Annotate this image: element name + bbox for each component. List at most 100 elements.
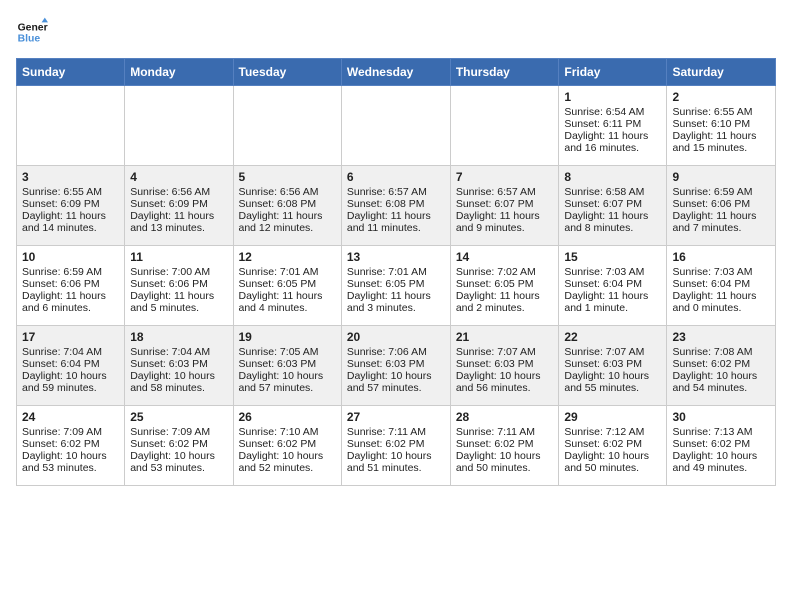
day-info: Sunrise: 6:57 AM: [347, 186, 445, 198]
day-info: Sunrise: 7:01 AM: [347, 266, 445, 278]
day-info: Sunset: 6:06 PM: [22, 278, 119, 290]
day-number: 15: [564, 250, 661, 264]
day-info: Daylight: 10 hours and 59 minutes.: [22, 370, 119, 394]
day-info: Sunrise: 7:03 AM: [564, 266, 661, 278]
day-info: Sunrise: 7:08 AM: [672, 346, 770, 358]
day-number: 23: [672, 330, 770, 344]
day-info: Sunrise: 7:13 AM: [672, 426, 770, 438]
day-info: Sunset: 6:10 PM: [672, 118, 770, 130]
day-info: Sunset: 6:03 PM: [347, 358, 445, 370]
calendar-week-row: 24Sunrise: 7:09 AMSunset: 6:02 PMDayligh…: [17, 406, 776, 486]
calendar-cell: [125, 86, 233, 166]
logo: General Blue: [16, 16, 48, 48]
calendar-cell: 24Sunrise: 7:09 AMSunset: 6:02 PMDayligh…: [17, 406, 125, 486]
calendar-cell: 17Sunrise: 7:04 AMSunset: 6:04 PMDayligh…: [17, 326, 125, 406]
calendar-cell: 21Sunrise: 7:07 AMSunset: 6:03 PMDayligh…: [450, 326, 559, 406]
day-info: Sunrise: 7:09 AM: [130, 426, 227, 438]
day-info: Sunrise: 6:54 AM: [564, 106, 661, 118]
day-info: Daylight: 11 hours and 11 minutes.: [347, 210, 445, 234]
col-header-saturday: Saturday: [667, 59, 776, 86]
calendar-cell: [341, 86, 450, 166]
day-info: Daylight: 11 hours and 13 minutes.: [130, 210, 227, 234]
day-info: Daylight: 11 hours and 7 minutes.: [672, 210, 770, 234]
day-info: Daylight: 11 hours and 1 minute.: [564, 290, 661, 314]
day-number: 22: [564, 330, 661, 344]
day-number: 27: [347, 410, 445, 424]
col-header-tuesday: Tuesday: [233, 59, 341, 86]
day-info: Sunset: 6:02 PM: [672, 438, 770, 450]
day-info: Daylight: 11 hours and 16 minutes.: [564, 130, 661, 154]
day-info: Sunrise: 6:55 AM: [22, 186, 119, 198]
day-number: 7: [456, 170, 554, 184]
day-info: Sunrise: 7:05 AM: [239, 346, 336, 358]
calendar-cell: 8Sunrise: 6:58 AMSunset: 6:07 PMDaylight…: [559, 166, 667, 246]
day-number: 6: [347, 170, 445, 184]
calendar-cell: [233, 86, 341, 166]
day-info: Daylight: 11 hours and 8 minutes.: [564, 210, 661, 234]
day-info: Sunset: 6:02 PM: [672, 358, 770, 370]
day-info: Sunrise: 6:55 AM: [672, 106, 770, 118]
day-info: Sunset: 6:03 PM: [456, 358, 554, 370]
calendar-cell: [17, 86, 125, 166]
day-info: Daylight: 10 hours and 51 minutes.: [347, 450, 445, 474]
day-info: Sunset: 6:11 PM: [564, 118, 661, 130]
day-info: Sunrise: 7:04 AM: [130, 346, 227, 358]
day-info: Daylight: 11 hours and 3 minutes.: [347, 290, 445, 314]
day-info: Sunrise: 7:07 AM: [564, 346, 661, 358]
calendar-week-row: 17Sunrise: 7:04 AMSunset: 6:04 PMDayligh…: [17, 326, 776, 406]
calendar-cell: 30Sunrise: 7:13 AMSunset: 6:02 PMDayligh…: [667, 406, 776, 486]
day-number: 10: [22, 250, 119, 264]
day-number: 28: [456, 410, 554, 424]
day-info: Daylight: 10 hours and 54 minutes.: [672, 370, 770, 394]
day-info: Daylight: 10 hours and 52 minutes.: [239, 450, 336, 474]
col-header-sunday: Sunday: [17, 59, 125, 86]
calendar-cell: 1Sunrise: 6:54 AMSunset: 6:11 PMDaylight…: [559, 86, 667, 166]
calendar-cell: 5Sunrise: 6:56 AMSunset: 6:08 PMDaylight…: [233, 166, 341, 246]
day-info: Sunset: 6:02 PM: [239, 438, 336, 450]
day-info: Sunset: 6:06 PM: [130, 278, 227, 290]
col-header-thursday: Thursday: [450, 59, 559, 86]
calendar-cell: 10Sunrise: 6:59 AMSunset: 6:06 PMDayligh…: [17, 246, 125, 326]
day-number: 2: [672, 90, 770, 104]
calendar-cell: 7Sunrise: 6:57 AMSunset: 6:07 PMDaylight…: [450, 166, 559, 246]
day-info: Sunrise: 7:06 AM: [347, 346, 445, 358]
day-number: 3: [22, 170, 119, 184]
day-info: Daylight: 11 hours and 14 minutes.: [22, 210, 119, 234]
day-info: Sunrise: 6:59 AM: [672, 186, 770, 198]
day-number: 25: [130, 410, 227, 424]
day-number: 11: [130, 250, 227, 264]
day-info: Daylight: 11 hours and 5 minutes.: [130, 290, 227, 314]
day-number: 12: [239, 250, 336, 264]
day-number: 5: [239, 170, 336, 184]
calendar-cell: 4 Sunrise: 6:56 AMSunset: 6:09 PMDaylight…: [125, 166, 233, 246]
day-info: Sunrise: 7:07 AM: [456, 346, 554, 358]
day-info: Sunrise: 6:56 AM: [130, 186, 227, 198]
day-number: 19: [239, 330, 336, 344]
day-info: Daylight: 11 hours and 12 minutes.: [239, 210, 336, 234]
day-info: Daylight: 10 hours and 53 minutes.: [130, 450, 227, 474]
day-info: Daylight: 11 hours and 15 minutes.: [672, 130, 770, 154]
day-number: 17: [22, 330, 119, 344]
day-info: Sunrise: 7:04 AM: [22, 346, 119, 358]
day-info: Daylight: 11 hours and 4 minutes.: [239, 290, 336, 314]
day-number: 4: [130, 170, 227, 184]
calendar-cell: 29Sunrise: 7:12 AMSunset: 6:02 PMDayligh…: [559, 406, 667, 486]
calendar-cell: 11Sunrise: 7:00 AMSunset: 6:06 PMDayligh…: [125, 246, 233, 326]
day-info: Sunrise: 7:11 AM: [456, 426, 554, 438]
day-info: Sunrise: 6:59 AM: [22, 266, 119, 278]
day-info: Sunset: 6:09 PM: [130, 198, 227, 210]
calendar-cell: 15Sunrise: 7:03 AMSunset: 6:04 PMDayligh…: [559, 246, 667, 326]
day-info: Daylight: 11 hours and 2 minutes.: [456, 290, 554, 314]
day-info: Daylight: 11 hours and 9 minutes.: [456, 210, 554, 234]
calendar-cell: 23 Sunrise: 7:08 AMSunset: 6:02 PMDayligh…: [667, 326, 776, 406]
day-info: Sunset: 6:02 PM: [130, 438, 227, 450]
calendar-week-row: 10Sunrise: 6:59 AMSunset: 6:06 PMDayligh…: [17, 246, 776, 326]
calendar-cell: 27Sunrise: 7:11 AMSunset: 6:02 PMDayligh…: [341, 406, 450, 486]
calendar-cell: 16Sunrise: 7:03 AMSunset: 6:04 PMDayligh…: [667, 246, 776, 326]
day-info: Sunset: 6:03 PM: [130, 358, 227, 370]
day-info: Sunrise: 7:09 AM: [22, 426, 119, 438]
calendar-header-row: SundayMondayTuesdayWednesdayThursdayFrid…: [17, 59, 776, 86]
day-number: 21: [456, 330, 554, 344]
col-header-friday: Friday: [559, 59, 667, 86]
day-info: Sunrise: 6:58 AM: [564, 186, 661, 198]
